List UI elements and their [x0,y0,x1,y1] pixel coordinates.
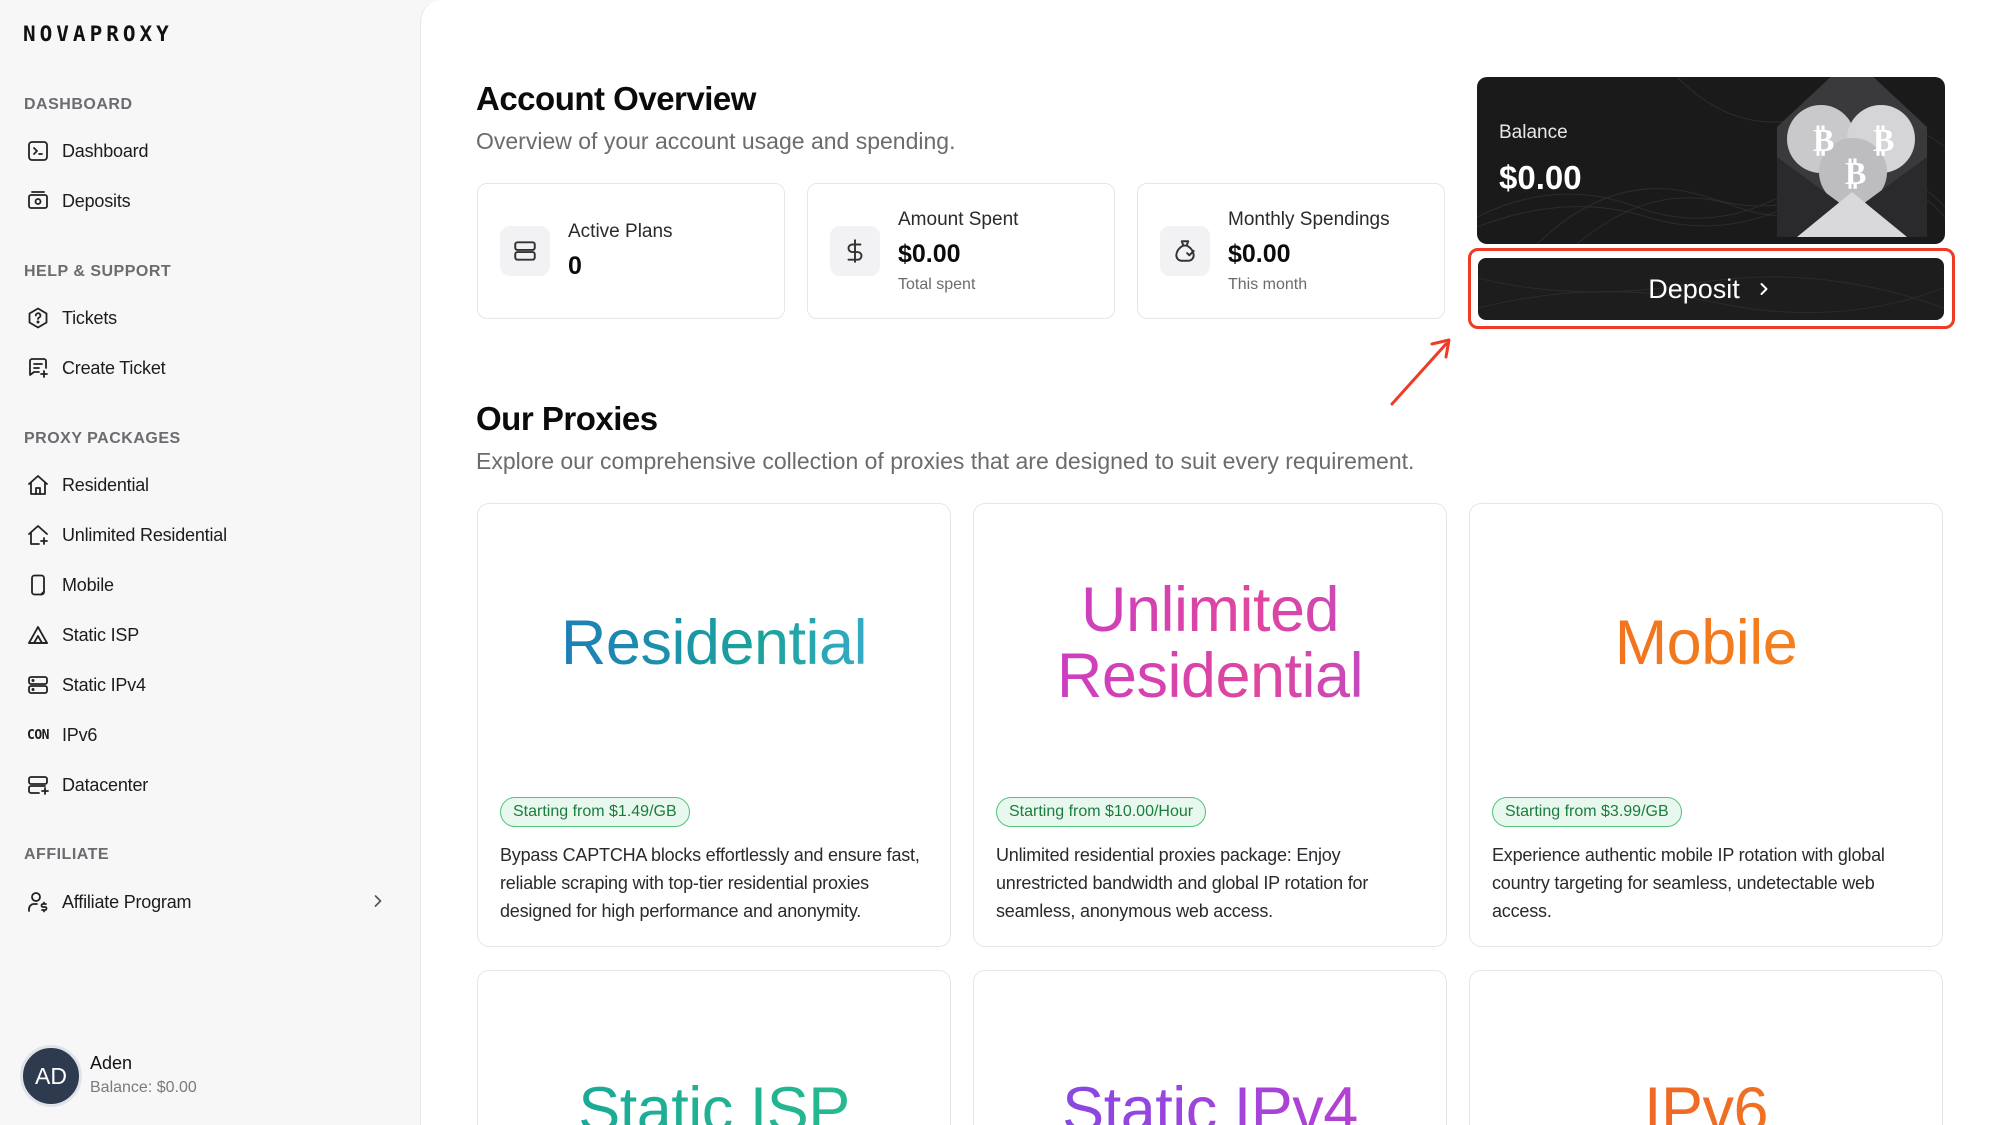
stat-value: $0.00 [898,240,961,268]
proxy-card-title-line2: Residential [974,643,1446,709]
sidebar-item-static-ipv4[interactable]: Static IPv4 [16,664,406,706]
chevron-right-icon [1754,279,1774,299]
svg-text:₿: ₿ [1813,121,1834,159]
sidebar-item-affiliate-program[interactable]: Affiliate Program [16,881,406,923]
stat-card-active-plans: Active Plans 0 [477,183,785,319]
sidebar-item-label: Unlimited Residential [62,524,227,545]
annotation-arrow-icon [1390,338,1451,406]
sidebar-item-datacenter[interactable]: Datacenter [16,764,406,806]
sidebar-item-label: Static IPv4 [62,674,146,695]
page-title: Account Overview [476,80,756,117]
sidebar-item-static-isp[interactable]: Static ISP [16,614,406,656]
section-title-dashboard: DASHBOARD [24,96,133,113]
sidebar-item-label: IPv6 [62,724,98,745]
svg-text:₿: ₿ [1845,154,1866,192]
deposit-button[interactable]: Deposit [1478,258,1944,320]
proxy-card-description: Experience authentic mobile IP rotation … [1492,845,1885,921]
svg-text:₿: ₿ [1873,121,1894,159]
proxy-card-static-ipv4[interactable]: Static IPv4 [973,970,1447,1125]
sidebar-item-ipv6[interactable]: CON IPv6 [16,714,406,756]
message-plus-icon [24,354,52,382]
bitcoin-envelope-icon: ₿ ₿ ₿ [1777,77,1927,237]
proxy-card-title: Static ISP [478,1077,950,1125]
section-title-proxies: Our Proxies [476,400,658,437]
sidebar-item-label: Tickets [62,307,117,328]
stat-value: $0.00 [1228,240,1291,268]
avatar[interactable]: AD [20,1045,82,1107]
stat-note: Total spent [898,276,976,293]
stat-note: This month [1228,276,1308,293]
section-subtitle-proxies: Explore our comprehensive collection of … [476,448,1415,474]
balance-label: Balance [1499,122,1568,143]
help-circle-icon [24,304,52,332]
mobile-icon [24,571,52,599]
price-badge: Starting from $1.49/GB [500,797,690,827]
money-bag-icon [1160,226,1210,276]
proxy-card-title: Residential [478,610,950,676]
section-title-affiliate: AFFILIATE [24,846,110,863]
sidebar-item-label: Mobile [62,574,114,595]
user-dollar-icon [24,888,52,916]
deposit-label: Deposit [1648,273,1740,304]
server-icon [24,671,52,699]
sidebar-item-residential[interactable]: Residential [16,464,406,506]
sidebar-item-mobile[interactable]: Mobile [16,564,406,606]
stat-value: 0 [568,252,582,280]
sidebar-item-label: Affiliate Program [62,891,192,912]
sidebar-item-tickets[interactable]: Tickets [16,297,406,339]
proxy-card-description: Unlimited residential proxies package: E… [996,845,1369,921]
chevron-right-icon [368,891,388,916]
page-subtitle: Overview of your account usage and spend… [476,128,956,154]
user-balance: Balance: $0.00 [90,1079,197,1096]
main-panel: Account Overview Overview of your accoun… [420,0,1999,1125]
proxy-card-title: Unlimited [974,577,1446,643]
sidebar-item-label: Deposits [62,190,131,211]
terminal-icon [24,137,52,165]
proxy-card-residential[interactable]: Residential Starting from $1.49/GB Bypas… [477,503,951,947]
proxy-card-ipv6[interactable]: IPv6 [1469,970,1943,1125]
sidebar-item-label: Datacenter [62,774,149,795]
proxy-card-description: Bypass CAPTCHA blocks effortlessly and e… [500,845,920,921]
con-icon: CON [27,727,49,743]
app-logo[interactable]: NOVAPROXY [23,22,173,46]
stat-label: Amount Spent [898,209,1019,230]
stat-card-monthly-spendings: Monthly Spendings $0.00 This month [1137,183,1445,319]
home-icon [24,471,52,499]
wallet-icon [24,187,52,215]
section-title-help: HELP & SUPPORT [24,263,172,280]
proxy-card-unlimited-residential[interactable]: Unlimited Residential Starting from $10.… [973,503,1447,947]
dollar-icon [830,226,880,276]
building-icon [24,621,52,649]
sidebar-item-label: Dashboard [62,140,149,161]
sidebar-item-dashboard[interactable]: Dashboard [16,130,406,172]
balance-value: $0.00 [1499,159,1582,196]
sidebar-item-unlimited-residential[interactable]: Unlimited Residential [16,514,406,556]
user-name: Aden [90,1053,133,1073]
sidebar-item-label: Static ISP [62,624,140,645]
sidebar-item-create-ticket[interactable]: Create Ticket [16,347,406,389]
sidebar: NOVAPROXY DASHBOARD Dashboard Deposits H… [0,0,420,1125]
price-badge: Starting from $3.99/GB [1492,797,1682,827]
proxy-card-title: IPv6 [1470,1077,1942,1125]
stat-card-amount-spent: Amount Spent $0.00 Total spent [807,183,1115,319]
stat-label: Active Plans [568,221,673,242]
proxy-card-title: Mobile [1470,610,1942,676]
server-plus-icon [24,771,52,799]
balance-card: Balance $0.00 ₿ ₿ ₿ [1477,77,1945,244]
stat-label: Monthly Spendings [1228,209,1390,230]
home-plus-icon [24,521,52,549]
server-icon [500,226,550,276]
price-badge: Starting from $10.00/Hour [996,797,1207,827]
section-title-proxy-packages: PROXY PACKAGES [24,430,181,447]
sidebar-item-label: Residential [62,474,149,495]
proxy-card-static-isp[interactable]: Static ISP [477,970,951,1125]
user-profile[interactable]: AD Aden Balance: $0.00 [20,1045,197,1107]
proxy-card-title: Static IPv4 [974,1077,1446,1125]
proxy-card-mobile[interactable]: Mobile Starting from $3.99/GB Experience… [1469,503,1943,947]
sidebar-item-label: Create Ticket [62,357,166,378]
sidebar-item-deposits[interactable]: Deposits [16,180,406,222]
